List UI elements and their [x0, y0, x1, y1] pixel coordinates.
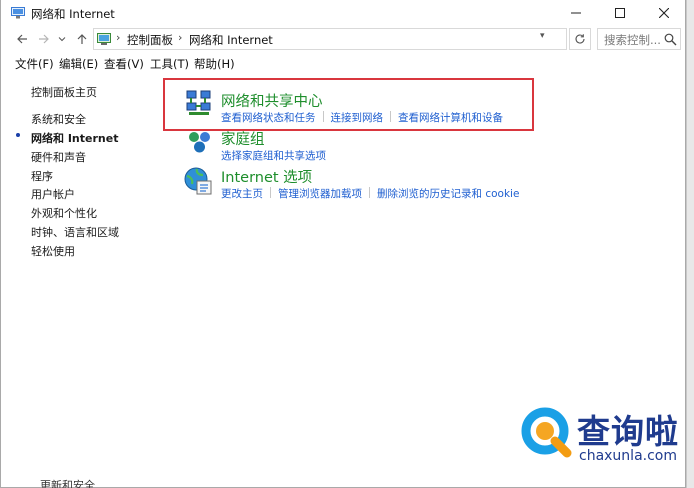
- chevron-down-icon: [58, 37, 66, 42]
- background-window-edge: [686, 0, 694, 488]
- refresh-icon: [575, 34, 585, 44]
- sidebar-item-ease-of-access[interactable]: 轻松使用: [31, 243, 75, 259]
- sidebar-item-home[interactable]: 控制面板主页: [31, 84, 97, 100]
- breadcrumb-separator-icon: ›: [116, 31, 121, 44]
- arrow-right-icon: [39, 34, 49, 44]
- menu-edit[interactable]: 编辑(E): [59, 56, 98, 72]
- watermark-url: chaxunla.com: [579, 448, 677, 464]
- link-divider: [270, 187, 271, 198]
- sidebar-item-hardware-sound[interactable]: 硬件和声音: [31, 149, 86, 165]
- watermark-logo-icon: [521, 407, 572, 458]
- sidebar-item-programs[interactable]: 程序: [31, 168, 53, 184]
- up-button[interactable]: [73, 30, 91, 48]
- window-title: 网络和 Internet: [31, 7, 115, 21]
- sidebar-item-network-internet: 网络和 Internet: [31, 132, 119, 145]
- menu-help[interactable]: 帮助(H): [194, 56, 235, 72]
- menu-bar: 文件(F) 编辑(E) 查看(V) 工具(T) 帮助(H): [1, 53, 687, 73]
- delete-browsing-history-link[interactable]: 删除浏览的历史记录和 cookie: [377, 188, 519, 200]
- breadcrumb-control-panel[interactable]: 控制面板: [127, 32, 173, 48]
- change-homepage-link[interactable]: 更改主页: [221, 188, 263, 200]
- maximize-button[interactable]: [598, 0, 642, 26]
- search-placeholder: 搜索控制...: [604, 33, 661, 47]
- current-page-bullet: [16, 133, 20, 137]
- internet-options-icon: [184, 167, 212, 195]
- recent-locations-button[interactable]: [56, 30, 68, 48]
- forward-button[interactable]: [35, 30, 53, 48]
- arrow-left-icon: [17, 34, 27, 44]
- internet-options-title[interactable]: Internet 选项: [221, 166, 312, 187]
- close-icon: [659, 8, 669, 18]
- highlight-box: [163, 78, 534, 131]
- link-divider: [369, 187, 370, 198]
- refresh-button[interactable]: [569, 28, 591, 50]
- homegroup-title[interactable]: 家庭组: [221, 128, 265, 149]
- minimize-icon: [571, 12, 581, 14]
- sidebar-item-clock-region[interactable]: 时钟、语言和区域: [31, 224, 119, 240]
- homegroup-icon: [189, 132, 210, 153]
- close-button[interactable]: [642, 0, 686, 26]
- back-button[interactable]: [13, 30, 31, 48]
- search-box[interactable]: 搜索控制...: [597, 28, 681, 50]
- arrow-up-icon: [77, 34, 87, 44]
- control-panel-window: 网络和 Internet › 控制面板 › 网络和 Internet ▾ 搜索控…: [0, 0, 686, 488]
- address-bar[interactable]: › 控制面板 › 网络和 Internet ▾: [93, 28, 567, 50]
- breadcrumb-network-internet[interactable]: 网络和 Internet: [189, 32, 273, 48]
- search-icon: [664, 33, 677, 46]
- breadcrumb-separator-icon: ›: [178, 31, 183, 44]
- navigation-bar: › 控制面板 › 网络和 Internet ▾ 搜索控制...: [1, 26, 687, 52]
- title-bar[interactable]: 网络和 Internet: [1, 0, 687, 26]
- menu-file[interactable]: 文件(F): [15, 56, 54, 72]
- maximize-icon: [615, 8, 625, 18]
- sidebar-item-appearance[interactable]: 外观和个性化: [31, 205, 97, 221]
- address-dropdown-icon[interactable]: ▾: [540, 31, 545, 41]
- homegroup-links: 选择家庭组和共享选项: [221, 148, 326, 163]
- minimize-button[interactable]: [554, 0, 598, 26]
- manage-browser-addons-link[interactable]: 管理浏览器加载项: [278, 188, 362, 200]
- control-panel-icon: [97, 33, 111, 45]
- sidebar-item-user-accounts[interactable]: 用户帐户: [31, 186, 75, 202]
- sidebar-item-system-security[interactable]: 系统和安全: [31, 111, 86, 127]
- homegroup-sharing-options-link[interactable]: 选择家庭组和共享选项: [221, 150, 326, 162]
- watermark-brand: 查询啦: [577, 412, 679, 451]
- internet-options-links: 更改主页 管理浏览器加载项 删除浏览的历史记录和 cookie: [221, 186, 519, 201]
- network-icon: [11, 7, 25, 19]
- menu-view[interactable]: 查看(V): [104, 56, 144, 72]
- background-window-text: 更新和安全: [40, 479, 95, 488]
- menu-tools[interactable]: 工具(T): [150, 56, 189, 72]
